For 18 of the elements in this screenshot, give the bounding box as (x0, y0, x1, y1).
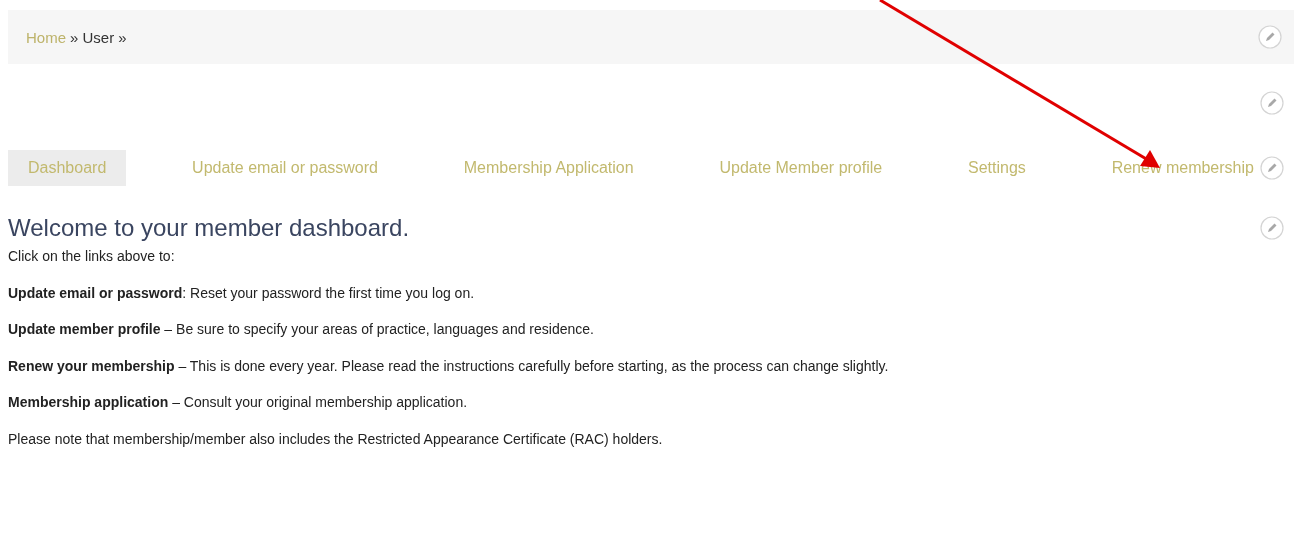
tab[interactable]: Update email or password (172, 150, 398, 186)
paragraph: Click on the links above to: (8, 248, 176, 266)
paragraph: Renew your membership – This is done every year. Please read the instructions carefully before starting, as the process can change slightly. (8, 357, 890, 376)
tab[interactable]: Settings (948, 150, 1046, 186)
tab[interactable]: Update Member profile (699, 150, 903, 186)
breadcrumb-link[interactable]: Home (26, 28, 66, 46)
tab[interactable]: Membership Application (443, 150, 654, 186)
page-heading: Welcome to your member dashboard. (8, 214, 410, 242)
edit-icon[interactable] (1260, 91, 1284, 115)
tab[interactable]: Dashboard (8, 150, 127, 186)
paragraph: Update email or password: Reset your password the first time you log on. (8, 284, 476, 303)
breadcrumb-current: » User » (70, 28, 127, 46)
paragraph: Update member profile – Be sure to specify your areas of practice, languages and residence. (8, 321, 595, 339)
edit-icon[interactable] (1260, 216, 1284, 240)
paragraph: Please note that membership/member also includes the Restricted Appearance Certificate (RAC) holders. (8, 430, 664, 449)
paragraph: Membership application – Consult your original membership application. (8, 394, 469, 412)
edit-icon[interactable] (1260, 156, 1284, 180)
edit-icon[interactable] (1258, 25, 1282, 49)
